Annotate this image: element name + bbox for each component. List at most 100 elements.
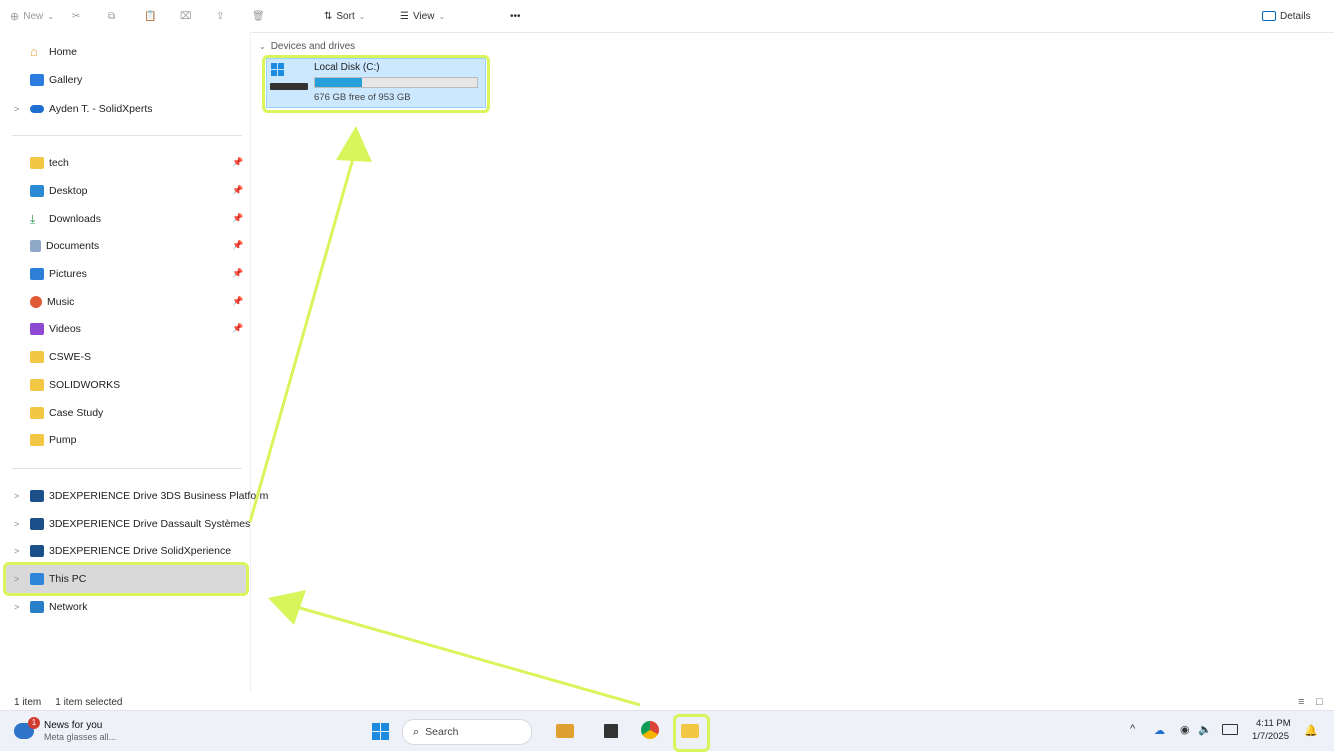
chevron-up-icon[interactable]: ^ <box>1130 723 1135 735</box>
desktop-icon <box>30 185 44 197</box>
sidebar-item-onedrive[interactable]: > Ayden T. - SolidXperts <box>14 98 153 120</box>
more-icon: ••• <box>510 10 521 22</box>
devices-group-header[interactable]: ⌄ Devices and drives <box>259 41 355 52</box>
briefcase-app-icon[interactable] <box>556 724 574 738</box>
drive-icon <box>270 83 308 90</box>
cut-icon: ✂ <box>72 10 81 22</box>
tiles-view-icon[interactable]: □ <box>1316 696 1323 708</box>
pin-icon: 📌 <box>232 296 244 306</box>
cut-button[interactable]: ✂ <box>72 8 80 24</box>
sidebar-item-home[interactable]: ⌂ Home <box>14 41 77 63</box>
copy-icon: ⧉ <box>108 10 116 22</box>
chevron-right-icon[interactable]: > <box>14 574 30 584</box>
details-view-icon[interactable]: ≡ <box>1298 696 1304 708</box>
sidebar-item-label: Ayden T. - SolidXperts <box>49 103 153 115</box>
drive-usage-fill <box>315 78 362 87</box>
drive-free-space: 676 GB free of 953 GB <box>314 92 411 103</box>
chrome-icon[interactable] <box>641 721 659 739</box>
chevron-right-icon[interactable]: > <box>14 491 30 501</box>
3dexperience-icon <box>30 545 44 557</box>
notification-badge: 1 <box>28 717 40 729</box>
sidebar-item-label: Home <box>49 46 78 58</box>
sidebar-item-label: Desktop <box>49 185 88 197</box>
sidebar-item-videos[interactable]: Videos <box>14 318 81 340</box>
details-pane-icon <box>1262 11 1276 21</box>
sidebar-item-label: Network <box>49 601 88 613</box>
delete-icon: 🗑 <box>252 10 265 22</box>
sidebar-item-desktop[interactable]: Desktop <box>14 180 88 202</box>
sidebar-item-this-pc[interactable]: > This PC <box>14 568 86 590</box>
sidebar-item-label: CSWE-S <box>49 351 91 363</box>
news-title: News for you <box>44 720 103 731</box>
new-button[interactable]: ⊕ New ⌄ <box>10 8 54 24</box>
see-more-button[interactable]: ••• <box>510 8 521 24</box>
documents-icon <box>30 240 41 252</box>
chevron-down-icon: ⌄ <box>259 42 266 51</box>
details-button[interactable]: Details <box>1262 8 1311 24</box>
pin-icon: 📌 <box>232 323 244 333</box>
news-widget[interactable]: 1 News for you Meta glasses all... <box>14 717 154 745</box>
drive-usage-bar <box>314 77 478 88</box>
sidebar-item-gallery[interactable]: Gallery <box>14 69 82 91</box>
sidebar-item-3dexperience-business[interactable]: >3DEXPERIENCE Drive 3DS Business Platfor… <box>14 485 268 507</box>
music-icon <box>30 296 42 308</box>
sidebar-item-network[interactable]: > Network <box>14 596 88 618</box>
sidebar-item-label: Documents <box>46 240 100 252</box>
taskview-app-icon[interactable] <box>604 724 618 738</box>
paste-button[interactable]: 📋 <box>144 8 156 24</box>
chevron-right-icon[interactable]: > <box>14 519 30 529</box>
pin-icon: 📌 <box>232 240 244 250</box>
videos-icon <box>30 323 44 335</box>
new-label: New <box>23 10 44 22</box>
search-box[interactable]: ⌕ Search <box>402 719 532 745</box>
local-disk-tile[interactable]: Local Disk (C:) 676 GB free of 953 GB <box>266 58 486 108</box>
volume-icon[interactable]: 🔈 <box>1198 723 1212 736</box>
sidebar-item-3dexperience-solidxperience[interactable]: >3DEXPERIENCE Drive SolidXperience <box>14 540 231 562</box>
sidebar-item-solidworks[interactable]: SOLIDWORKS <box>14 374 120 396</box>
pin-icon: 📌 <box>232 185 244 195</box>
sidebar-item-case-study[interactable]: Case Study <box>14 402 103 424</box>
clock-date[interactable]: 1/7/2025 <box>1252 731 1289 742</box>
start-icon[interactable] <box>372 723 389 740</box>
rename-button[interactable]: ⌧ <box>180 8 192 24</box>
sidebar-item-label: Music <box>47 296 75 308</box>
onedrive-tray-icon[interactable]: ☁ <box>1154 724 1165 737</box>
clock-time[interactable]: 4:11 PM <box>1256 718 1291 729</box>
sidebar-item-label: Pump <box>49 434 77 446</box>
folder-icon <box>30 157 44 169</box>
pin-icon: 📌 <box>232 268 244 278</box>
sidebar-item-label: 3DEXPERIENCE Drive SolidXperience <box>49 545 232 557</box>
view-icon: ☰ <box>400 10 409 22</box>
sort-button[interactable]: ⇅ Sort ⌄ <box>324 8 365 24</box>
sidebar-item-documents[interactable]: Documents <box>14 235 99 257</box>
share-button[interactable]: ⇪ <box>216 8 224 24</box>
pin-icon: 📌 <box>232 213 244 223</box>
notification-bell-icon[interactable]: 🔔 <box>1304 724 1318 737</box>
sidebar-item-label: Videos <box>49 323 81 335</box>
file-explorer-icon[interactable] <box>681 724 699 738</box>
chevron-right-icon[interactable]: > <box>14 104 30 114</box>
sidebar-item-3dexperience-dassault[interactable]: >3DEXPERIENCE Drive Dassault Systèmes <box>14 513 250 535</box>
chevron-right-icon[interactable]: > <box>14 602 30 612</box>
folder-icon <box>30 434 44 446</box>
content-area <box>255 32 1334 692</box>
delete-button[interactable]: 🗑 <box>252 8 265 24</box>
gallery-icon <box>30 74 44 86</box>
sidebar-item-pump[interactable]: Pump <box>14 429 76 451</box>
sidebar-item-downloads[interactable]: ⤓ Downloads <box>14 208 101 230</box>
sidebar-item-pictures[interactable]: Pictures <box>14 263 87 285</box>
view-button[interactable]: ☰ View ⌄ <box>400 8 445 24</box>
sidebar-item-label: 3DEXPERIENCE Drive Dassault Systèmes <box>49 518 251 530</box>
divider <box>12 135 242 136</box>
sidebar-item-music[interactable]: Music <box>14 291 74 313</box>
chevron-right-icon[interactable]: > <box>14 546 30 556</box>
battery-icon[interactable] <box>1222 724 1238 735</box>
sidebar-item-cswe-s[interactable]: CSWE-S <box>14 346 91 368</box>
chevron-down-icon: ⌄ <box>438 11 446 21</box>
copy-button[interactable]: ⧉ <box>108 8 115 24</box>
home-icon: ⌂ <box>30 44 38 59</box>
network-icon <box>30 601 44 613</box>
drive-name: Local Disk (C:) <box>314 62 380 73</box>
sidebar-item-tech[interactable]: tech <box>14 152 69 174</box>
wifi-icon[interactable]: ◉ <box>1180 723 1190 736</box>
